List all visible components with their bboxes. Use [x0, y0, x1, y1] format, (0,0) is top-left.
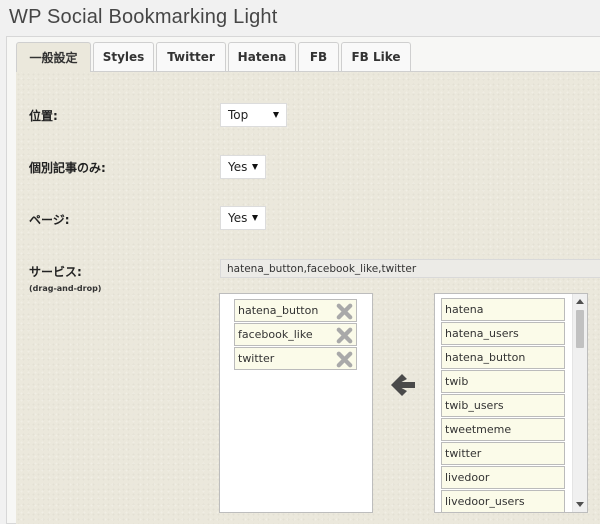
- tab-twitter[interactable]: Twitter: [156, 42, 226, 71]
- position-select[interactable]: Top: [220, 103, 287, 127]
- available-service-item[interactable]: livedoor_users: [441, 490, 565, 512]
- dropdown-arrow-icon: [252, 215, 258, 221]
- single-only-select[interactable]: Yes: [220, 155, 266, 179]
- tab-styles[interactable]: Styles: [93, 42, 154, 71]
- services-label: サービス:: [29, 265, 82, 279]
- scroll-down-icon[interactable]: [576, 502, 584, 507]
- selected-services-list[interactable]: hatena_button facebook_like twitter: [219, 293, 373, 513]
- single-only-label: 個別記事のみ:: [29, 161, 106, 175]
- selected-service-label: hatena_button: [238, 304, 319, 317]
- available-service-item[interactable]: hatena_users: [441, 322, 565, 345]
- available-service-item[interactable]: twitter: [441, 442, 565, 465]
- scroll-up-icon[interactable]: [576, 299, 584, 304]
- available-services-list[interactable]: hatena hatena_users hatena_button twib t…: [434, 293, 588, 513]
- arrow-left-icon: [391, 374, 415, 396]
- services-sublabel: (drag-and-drop): [29, 284, 102, 293]
- selected-service-label: facebook_like: [238, 328, 313, 341]
- available-service-item[interactable]: livedoor: [441, 466, 565, 489]
- vertical-scrollbar[interactable]: [572, 294, 587, 512]
- single-only-select-value: Yes: [228, 160, 248, 174]
- dropdown-arrow-icon: [273, 112, 279, 118]
- page-title: WP Social Bookmarking Light: [9, 6, 278, 28]
- available-service-item[interactable]: twib: [441, 370, 565, 393]
- tab-fb[interactable]: FB: [298, 42, 339, 71]
- position-select-value: Top: [228, 108, 249, 122]
- available-service-item[interactable]: tweetmeme: [441, 418, 565, 441]
- selected-service-item[interactable]: hatena_button: [234, 299, 357, 322]
- tab-general[interactable]: 一般設定: [16, 42, 91, 72]
- page-label: ページ:: [29, 213, 70, 227]
- services-input[interactable]: hatena_button,facebook_like,twitter: [220, 259, 600, 278]
- page-select[interactable]: Yes: [220, 206, 266, 230]
- x-remove-icon[interactable]: [335, 350, 354, 369]
- selected-service-label: twitter: [238, 352, 275, 365]
- x-remove-icon[interactable]: [335, 326, 354, 345]
- available-service-item[interactable]: hatena_button: [441, 346, 565, 369]
- tab-fb-like[interactable]: FB Like: [341, 42, 411, 71]
- available-service-item[interactable]: twib_users: [441, 394, 565, 417]
- position-label: 位置:: [29, 109, 58, 123]
- selected-service-item[interactable]: twitter: [234, 347, 357, 370]
- dropdown-arrow-icon: [252, 164, 258, 170]
- x-remove-icon[interactable]: [335, 302, 354, 321]
- tab-hatena[interactable]: Hatena: [228, 42, 296, 71]
- available-service-item[interactable]: hatena: [441, 298, 565, 321]
- scroll-thumb[interactable]: [576, 310, 584, 348]
- selected-service-item[interactable]: facebook_like: [234, 323, 357, 346]
- page-select-value: Yes: [228, 211, 248, 225]
